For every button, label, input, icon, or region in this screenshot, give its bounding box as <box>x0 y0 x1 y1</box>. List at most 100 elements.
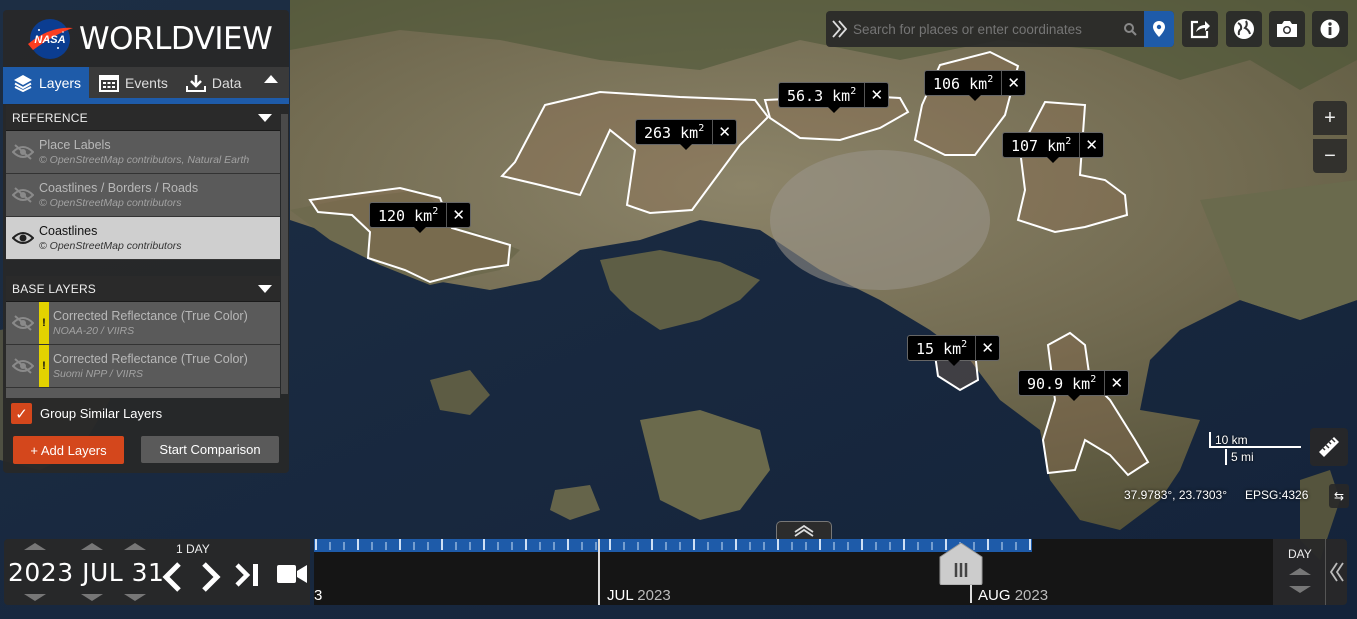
layer-list-scrollbar[interactable] <box>281 114 288 394</box>
remove-measurement-button[interactable]: ✕ <box>446 203 470 227</box>
date-selector: 2023 JUL 31 1 DAY <box>4 539 310 605</box>
measurement-label: 107 km2 ✕ <box>1002 132 1105 163</box>
day-down-arrow[interactable] <box>124 594 146 601</box>
measurement-unit: km <box>969 74 988 93</box>
zoom-level-label[interactable]: DAY <box>1288 547 1312 561</box>
add-layers-button[interactable]: + Add Layers <box>13 436 124 464</box>
month-label-jul: JUL 2023 <box>607 587 671 604</box>
measurement-label: 15 km2 ✕ <box>907 335 1001 366</box>
coordinates-readout: 37.9783°, 23.7303° EPSG:4326 <box>1124 488 1308 502</box>
search-icon[interactable] <box>1116 22 1144 36</box>
measurement-unit: km <box>943 339 962 358</box>
scale-mi: 5 mi <box>1225 449 1273 465</box>
camera-icon <box>1277 21 1297 37</box>
step-forward-icon[interactable] <box>198 561 224 593</box>
warning-icon: ! <box>39 345 49 387</box>
zoom-down-arrow[interactable] <box>1289 586 1311 593</box>
measurement-label: 263 km2 ✕ <box>635 119 738 150</box>
measurement-label: 56.3 km2 ✕ <box>778 82 890 113</box>
remove-measurement-button[interactable]: ✕ <box>712 120 736 144</box>
zoom-in-button[interactable]: + <box>1313 101 1347 135</box>
section-title: BASE LAYERS <box>12 281 97 296</box>
share-button[interactable] <box>1182 11 1218 47</box>
measurement-label: 90.9 km2 ✕ <box>1018 370 1130 401</box>
layer-item[interactable] <box>6 388 280 398</box>
measurement-unit: km <box>414 206 433 225</box>
year-down-arrow[interactable] <box>24 594 46 601</box>
checkbox-checked-icon[interactable]: ✓ <box>11 403 32 424</box>
interval-label[interactable]: 1 DAY <box>176 542 210 556</box>
app-logo[interactable]: NASA WORLDVIEW <box>3 10 289 67</box>
timeline-zoom: DAY <box>1273 539 1347 605</box>
layer-item[interactable]: ! Corrected Reflectance (True Color) NOAA… <box>6 302 280 345</box>
snapshot-button[interactable] <box>1269 11 1305 47</box>
layer-item[interactable]: Coastlines © OpenStreetMap contributors <box>6 217 280 260</box>
zoom-out-button[interactable]: − <box>1313 139 1347 173</box>
measurement-label: 120 km2 ✕ <box>369 202 472 233</box>
eye-slash-icon[interactable] <box>6 187 39 203</box>
month-divider <box>598 539 600 605</box>
day-up-arrow[interactable] <box>124 543 146 550</box>
eye-icon[interactable] <box>6 230 39 246</box>
measurement-exponent: 2 <box>432 205 439 217</box>
month-down-arrow[interactable] <box>81 594 103 601</box>
layer-item[interactable]: Place Labels © OpenStreetMap contributors… <box>6 131 280 174</box>
measurement-exponent: 2 <box>1065 135 1072 147</box>
month-up-arrow[interactable] <box>81 543 103 550</box>
measurement-exponent: 2 <box>698 122 705 134</box>
swap-arrows-icon[interactable]: ⇆ <box>1329 484 1349 508</box>
start-comparison-button[interactable]: Start Comparison <box>141 436 279 463</box>
info-button[interactable] <box>1312 11 1348 47</box>
base-layers-header[interactable]: BASE LAYERS <box>6 276 280 302</box>
measurement-value: 263 <box>644 123 672 142</box>
video-camera-icon[interactable] <box>277 563 307 585</box>
timeline-collapse-handle[interactable] <box>776 521 832 539</box>
projection-button[interactable] <box>1226 11 1262 47</box>
month-label-aug: AUG 2023 <box>978 587 1049 604</box>
search-input[interactable] <box>852 21 1116 37</box>
group-similar-layers[interactable]: ✓ Group Similar Layers <box>11 403 162 424</box>
eye-slash-icon[interactable] <box>6 144 39 160</box>
jump-to-latest-icon[interactable] <box>234 562 262 588</box>
measurement-value: 15 <box>916 339 935 358</box>
layer-item[interactable]: ! Corrected Reflectance (True Color) Suom… <box>6 345 280 388</box>
timeline-scrubber[interactable] <box>938 543 984 585</box>
share-icon <box>1190 20 1210 39</box>
collapse-sidebar-icon[interactable] <box>263 73 279 85</box>
tab-data[interactable]: Data <box>176 67 250 98</box>
tab-layers[interactable]: Layers <box>3 67 90 98</box>
step-back-icon[interactable] <box>159 561 185 593</box>
current-date[interactable]: 2023 JUL 31 <box>8 558 164 587</box>
eye-slash-icon[interactable] <box>6 315 39 331</box>
tab-label: Data <box>211 74 242 91</box>
layer-name: Place Labels <box>39 138 111 152</box>
layer-item[interactable]: Coastlines / Borders / Roads © OpenStreet… <box>6 174 280 217</box>
reference-header[interactable]: REFERENCE <box>6 105 280 131</box>
info-icon <box>1320 19 1340 39</box>
double-chevron-left-icon <box>1329 562 1344 582</box>
measurement-label: 106 km2 ✕ <box>924 70 1027 101</box>
zoom-up-arrow[interactable] <box>1289 568 1311 575</box>
remove-measurement-button[interactable]: ✕ <box>1079 133 1103 157</box>
remove-measurement-button[interactable]: ✕ <box>975 336 999 360</box>
timeline-track[interactable]: 3 JUL 2023 AUG 2023 <box>314 539 1273 605</box>
base-layer-list: BASE LAYERS ! Corrected Reflectance (Tru… <box>6 276 280 398</box>
sidebar-tabs: Layers Events Data <box>3 67 289 98</box>
chevron-down-icon <box>258 284 272 293</box>
eye-slash-icon[interactable] <box>6 358 39 374</box>
projection-label: EPSG:4326 <box>1245 488 1309 502</box>
measure-button[interactable] <box>1310 428 1348 466</box>
measurement-value: 120 <box>378 206 406 225</box>
remove-measurement-button[interactable]: ✕ <box>1001 71 1025 95</box>
year-up-arrow[interactable] <box>24 543 46 550</box>
reference-layer-list: REFERENCE Place Labels © OpenStreetMap co… <box>6 105 280 260</box>
scale-bar: 10 km 5 mi <box>1209 432 1301 466</box>
hide-timeline-button[interactable] <box>1325 539 1347 605</box>
measurement-unit: km <box>1072 374 1091 393</box>
tab-events[interactable]: Events <box>89 67 176 98</box>
location-pin-icon[interactable] <box>1144 11 1174 47</box>
chevron-right-icon[interactable] <box>826 20 852 38</box>
remove-measurement-button[interactable]: ✕ <box>864 83 888 107</box>
remove-measurement-button[interactable]: ✕ <box>1104 371 1128 395</box>
layer-name: Corrected Reflectance (True Color) <box>53 309 248 323</box>
